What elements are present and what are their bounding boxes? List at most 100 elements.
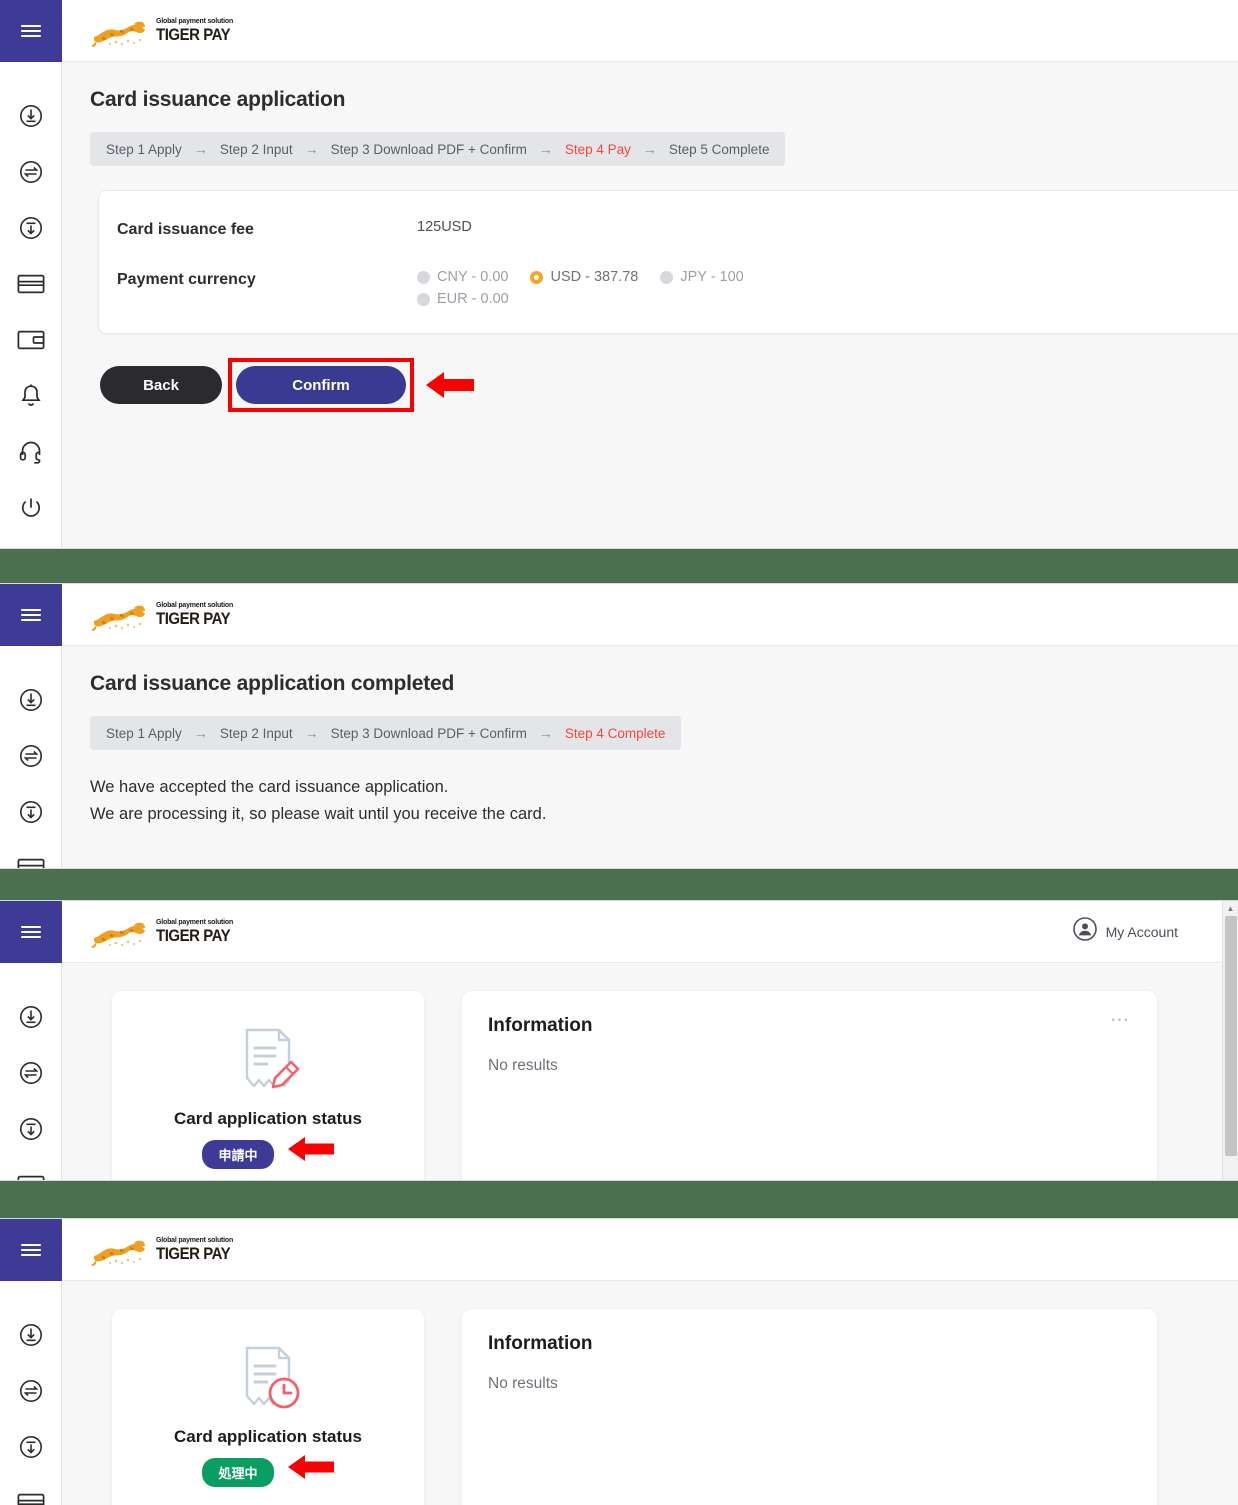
sidebar-item-exchange[interactable] <box>0 1363 62 1419</box>
status-badge-row: 処理中 <box>112 1447 424 1487</box>
information-card-header: Information <box>488 1333 1131 1355</box>
radio-dot-icon-selected <box>530 270 544 284</box>
step-arrow-icon: → <box>193 725 208 741</box>
sidebar-item-card[interactable] <box>0 1157 62 1180</box>
sidebar-item-deposit[interactable] <box>0 989 62 1045</box>
tiger-logo-icon <box>90 1230 152 1270</box>
sidebar-item-deposit[interactable] <box>0 1307 62 1363</box>
tiger-logo-icon <box>90 595 152 635</box>
sidebar-item-wallet[interactable] <box>0 312 62 368</box>
radio-label: JPY - 100 <box>680 269 744 285</box>
sidebar-item-exchange[interactable] <box>0 1045 62 1101</box>
step-arrow-icon: → <box>642 141 657 157</box>
brand-logo[interactable]: Global payment solution TIGER PAY <box>62 595 240 635</box>
dashboard-grid: Card application status 処理中 Information … <box>62 1281 1238 1505</box>
topbar: Global payment solution TIGER PAY <box>62 584 1238 646</box>
status-badge: 処理中 <box>202 1458 274 1487</box>
sidebar-item-withdraw[interactable] <box>0 784 62 840</box>
hamburger-menu-icon[interactable] <box>0 901 62 963</box>
sidebar-item-deposit[interactable] <box>0 672 62 728</box>
scroll-up-arrow-icon[interactable]: ▲ <box>1223 901 1238 916</box>
status-card-title: Card application status <box>174 1427 362 1446</box>
logo-tagline: Global payment solution <box>156 18 234 25</box>
ellipsis-menu-icon[interactable]: ⋯ <box>1110 1011 1131 1031</box>
panel3-content: Card application status 申請中 Information … <box>62 963 1238 1180</box>
radio-label: USD - 387.78 <box>550 269 639 285</box>
card-application-status-card[interactable]: Card application status 申請中 <box>112 991 424 1180</box>
logo-tagline: Global payment solution <box>156 602 234 609</box>
sidebar-item-card[interactable] <box>0 1475 62 1505</box>
logo-wordmark: TIGER PAY <box>156 609 231 628</box>
step-arrow-icon: → <box>538 725 553 741</box>
information-card-header: Information ⋯ <box>488 1011 1131 1037</box>
user-avatar-icon <box>1072 917 1097 946</box>
confirm-button[interactable]: Confirm <box>236 366 406 404</box>
sidebar-item-notifications[interactable] <box>0 368 62 424</box>
step-breadcrumb: Step 1 Apply → Step 2 Input → Step 3 Dow… <box>90 716 682 750</box>
topbar: Global payment solution TIGER PAY My Acc… <box>62 901 1238 963</box>
left-pointing-red-arrow <box>287 1452 334 1482</box>
brand-logo[interactable]: Global payment solution TIGER PAY <box>62 912 240 952</box>
document-clock-icon <box>112 1335 424 1423</box>
sidebar-item-deposit[interactable] <box>0 88 62 144</box>
radio-dot-icon <box>417 270 430 284</box>
hamburger-bars <box>21 1241 41 1259</box>
information-card: Information No results <box>462 1309 1157 1505</box>
radio-option-jpy[interactable]: JPY - 100 <box>660 269 744 285</box>
sidebar-icon-list <box>0 62 61 536</box>
logo-tagline: Global payment solution <box>156 1237 234 1244</box>
sidebar-item-exchange[interactable] <box>0 144 62 200</box>
information-card: Information ⋯ No results <box>462 991 1157 1180</box>
brand-logo[interactable]: Global payment solution TIGER PAY <box>62 1230 240 1270</box>
sidebar-item-card[interactable] <box>0 840 62 868</box>
sidebar-icon-list <box>0 963 62 1180</box>
sidebar-item-logout[interactable] <box>0 480 62 536</box>
card-application-status-card[interactable]: Card application status 処理中 <box>112 1309 424 1505</box>
document-pencil-icon <box>112 1017 424 1105</box>
sidebar-item-card[interactable] <box>0 256 62 312</box>
sidebar-item-support[interactable] <box>0 424 62 480</box>
screenshot-page: Global payment solution TIGER PAY Card i… <box>0 0 1238 1505</box>
information-title: Information <box>488 1015 593 1036</box>
step-arrow-icon: → <box>304 141 319 157</box>
back-button[interactable]: Back <box>100 366 222 404</box>
radio-option-eur[interactable]: EUR - 0.00 <box>417 291 509 307</box>
panel1-content: Card issuance application Step 1 Apply →… <box>62 62 1238 548</box>
sidebar-item-exchange[interactable] <box>0 728 62 784</box>
radio-option-usd[interactable]: USD - 387.78 <box>530 269 638 285</box>
confirm-highlight-box: Confirm <box>228 358 414 412</box>
hamburger-menu-icon[interactable] <box>0 0 62 62</box>
status-badge: 申請中 <box>202 1140 274 1169</box>
form-actions: Back Confirm <box>100 358 1238 412</box>
sidebar-icon-list <box>0 646 62 868</box>
panel2-content: Card issuance application completed Step… <box>62 646 1238 868</box>
vertical-scrollbar[interactable]: ▲ <box>1222 901 1238 1180</box>
my-account-label: My Account <box>1105 923 1178 940</box>
payment-form-card: Card issuance fee 125USD Payment currenc… <box>98 190 1238 334</box>
step-label: Step 5 Complete <box>668 141 770 157</box>
logo-wordmark: TIGER PAY <box>156 25 231 44</box>
panel-dashboard-applying: Global payment solution TIGER PAY My Acc… <box>0 900 1238 1181</box>
scrollbar-thumb[interactable] <box>1225 916 1237 1156</box>
radio-option-cny[interactable]: CNY - 0.00 <box>417 269 508 285</box>
topbar: Global payment solution TIGER PAY <box>62 1219 1238 1281</box>
page-title: Card issuance application completed <box>90 672 455 695</box>
brand-logo[interactable]: Global payment solution TIGER PAY <box>62 11 240 51</box>
topbar: Global payment solution TIGER PAY <box>62 0 1238 62</box>
sidebar <box>0 1219 62 1505</box>
page-title: Card issuance application <box>90 88 346 111</box>
information-empty-text: No results <box>488 1375 558 1392</box>
fee-row: Card issuance fee 125USD <box>99 219 1238 239</box>
hamburger-menu-icon[interactable] <box>0 584 62 646</box>
message-line-1: We have accepted the card issuance appli… <box>90 778 449 796</box>
sidebar-item-withdraw[interactable] <box>0 200 62 256</box>
step-label: Step 3 Download PDF + Confirm <box>330 725 527 741</box>
left-pointing-red-arrow <box>287 1134 334 1164</box>
panel4-content: Card application status 処理中 Information … <box>62 1281 1238 1505</box>
my-account-button[interactable]: My Account <box>1072 917 1238 946</box>
hamburger-menu-icon[interactable] <box>0 1219 62 1281</box>
sidebar-item-withdraw[interactable] <box>0 1101 62 1157</box>
panel-card-issuance-completed: Global payment solution TIGER PAY Card i… <box>0 583 1238 869</box>
sidebar-item-withdraw[interactable] <box>0 1419 62 1475</box>
panel-card-issuance-payment: Global payment solution TIGER PAY Card i… <box>0 0 1238 549</box>
